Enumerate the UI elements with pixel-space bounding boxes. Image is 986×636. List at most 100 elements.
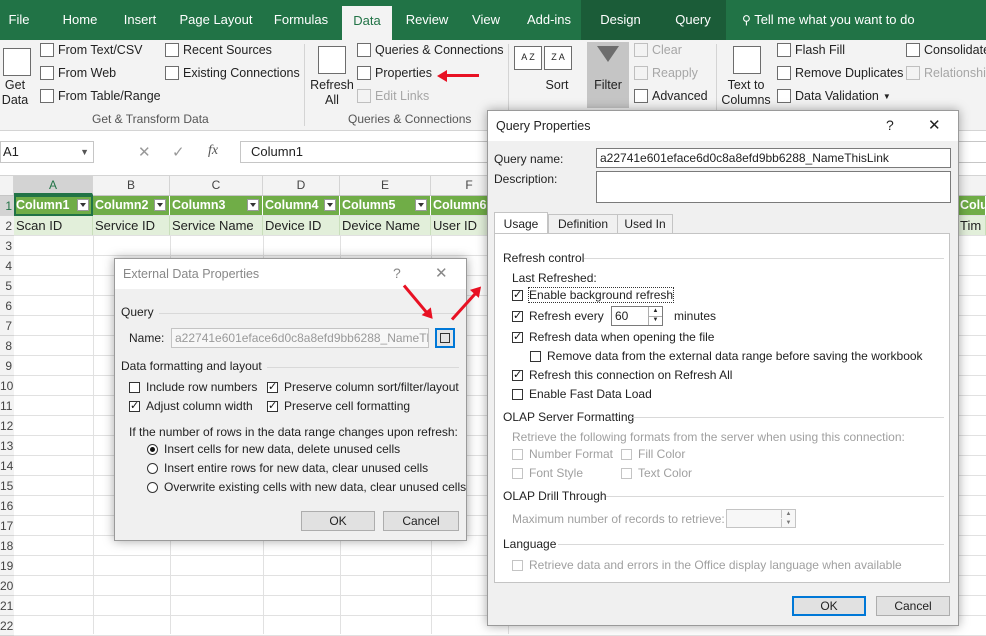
tell-me-search[interactable]: ⚲ Tell me what you want to do — [742, 0, 922, 40]
tab-add-ins[interactable]: Add-ins — [520, 0, 578, 40]
sort-za-icon[interactable]: Z A — [544, 46, 572, 70]
row-header[interactable]: 18 — [0, 536, 14, 556]
table-cell[interactable]: Scan ID — [14, 216, 93, 235]
from-table-range-button[interactable]: From Table/Range — [40, 89, 161, 103]
checkbox[interactable] — [512, 368, 523, 381]
table-header-cell[interactable]: Column4 — [263, 196, 340, 215]
filter-dropdown-icon[interactable] — [415, 199, 427, 211]
row-header[interactable]: 6 — [0, 296, 14, 316]
get-data-button[interactable]: Get Data — [0, 78, 30, 108]
close-icon[interactable]: ✕ — [928, 116, 941, 134]
table-cell[interactable]: User ID — [431, 216, 491, 235]
column-header-b[interactable]: B — [93, 176, 170, 195]
advanced-filter-button[interactable]: Advanced — [634, 89, 708, 103]
cancel-button[interactable]: Cancel — [876, 596, 950, 616]
name-box[interactable]: A1 ▼ — [0, 141, 94, 163]
fast-load-option[interactable]: Enable Fast Data Load — [512, 387, 652, 401]
table-cell[interactable]: Device ID — [263, 216, 340, 235]
table-header-cell[interactable]: Column3 — [170, 196, 263, 215]
row-header[interactable]: 14 — [0, 456, 14, 476]
row-header[interactable]: 10 — [0, 376, 14, 396]
column-header-a[interactable]: A — [14, 176, 93, 195]
row-header[interactable]: 13 — [0, 436, 14, 456]
existing-connections-button[interactable]: Existing Connections — [165, 66, 300, 80]
background-refresh-option[interactable]: Enable background refresh — [512, 287, 675, 303]
help-icon[interactable]: ? — [393, 265, 401, 281]
table-header-cell[interactable]: Column5 — [340, 196, 431, 215]
insert-rows-option[interactable]: Insert entire rows for new data, clear u… — [147, 461, 428, 475]
checkbox[interactable] — [512, 288, 523, 301]
tab-design[interactable]: Design — [581, 0, 660, 40]
tab-used-in[interactable]: Used In — [617, 214, 673, 234]
data-validation-button[interactable]: Data Validation ▼ — [777, 89, 891, 103]
from-web-button[interactable]: From Web — [40, 66, 116, 80]
tab-review[interactable]: Review — [401, 0, 453, 40]
tab-data[interactable]: Data — [342, 6, 392, 40]
table-cell[interactable]: Service ID — [93, 216, 170, 235]
tab-usage[interactable]: Usage — [494, 212, 548, 235]
radio-button[interactable] — [147, 443, 158, 455]
remove-data-option[interactable]: Remove data from the external data range… — [530, 349, 923, 363]
include-row-numbers-option[interactable]: Include row numbers — [129, 380, 257, 394]
filter-dropdown-icon[interactable] — [247, 199, 259, 211]
help-icon[interactable]: ? — [886, 117, 894, 133]
spin-down-icon[interactable]: ▼ — [648, 316, 662, 325]
refresh-on-all-option[interactable]: Refresh this connection on Refresh All — [512, 368, 732, 382]
row-header[interactable]: 15 — [0, 476, 14, 496]
overwrite-cells-option[interactable]: Overwrite existing cells with new data, … — [147, 480, 466, 494]
cancel-button[interactable]: Cancel — [383, 511, 459, 531]
consolidate-button[interactable]: Consolidate — [906, 43, 986, 57]
insert-function-icon[interactable]: fx — [208, 143, 218, 159]
refresh-all-button[interactable]: Refresh All — [309, 78, 355, 108]
row-header[interactable]: 11 — [0, 396, 14, 416]
refresh-on-open-option[interactable]: Refresh data when opening the file — [512, 330, 714, 344]
row-header[interactable]: 16 — [0, 496, 14, 516]
row-header[interactable]: 12 — [0, 416, 14, 436]
connection-properties-button[interactable] — [435, 328, 455, 348]
checkbox[interactable] — [267, 380, 278, 393]
row-header[interactable]: 7 — [0, 316, 14, 336]
table-cell[interactable]: Service Name — [170, 216, 263, 235]
properties-button[interactable]: Properties — [357, 66, 432, 80]
select-all-corner[interactable] — [0, 176, 14, 195]
tab-view[interactable]: View — [465, 0, 507, 40]
radio-button[interactable] — [147, 481, 158, 493]
filter-button[interactable]: Filter — [587, 42, 629, 108]
row-header[interactable]: 9 — [0, 356, 14, 376]
remove-duplicates-button[interactable]: Remove Duplicates — [777, 66, 903, 80]
tab-definition[interactable]: Definition — [548, 214, 618, 234]
close-icon[interactable]: ✕ — [435, 264, 448, 282]
refresh-minutes-stepper[interactable]: 60 ▲ ▼ — [611, 306, 663, 326]
tab-insert[interactable]: Insert — [117, 0, 163, 40]
cancel-icon[interactable]: ✕ — [138, 143, 151, 161]
tab-home[interactable]: Home — [56, 0, 104, 40]
checkbox[interactable] — [129, 381, 140, 393]
preserve-cell-formatting-option[interactable]: Preserve cell formatting — [267, 399, 410, 413]
tab-page-layout[interactable]: Page Layout — [175, 0, 257, 40]
row-header[interactable]: 5 — [0, 276, 14, 296]
sort-button[interactable]: Sort — [540, 78, 574, 93]
checkbox[interactable] — [267, 399, 278, 412]
preserve-sort-option[interactable]: Preserve column sort/filter/layout — [267, 380, 459, 394]
tab-formulas[interactable]: Formulas — [269, 0, 333, 40]
text-to-columns-button[interactable]: Text to Columns — [718, 78, 774, 108]
table-header-cell[interactable]: Colu — [958, 196, 986, 215]
from-text-csv-button[interactable]: From Text/CSV — [40, 43, 143, 57]
column-header-c[interactable]: C — [170, 176, 263, 195]
adjust-column-width-option[interactable]: Adjust column width — [129, 399, 253, 413]
checkbox[interactable] — [129, 399, 140, 412]
row-header[interactable]: 4 — [0, 256, 14, 276]
checkbox[interactable] — [512, 330, 523, 343]
flash-fill-button[interactable]: Flash Fill — [777, 43, 845, 57]
row-header[interactable]: 19 — [0, 556, 14, 576]
table-cell[interactable]: Tim — [958, 216, 986, 235]
row-header[interactable]: 20 — [0, 576, 14, 596]
insert-cells-option[interactable]: Insert cells for new data, delete unused… — [147, 442, 400, 456]
table-header-cell[interactable]: Column6 — [431, 196, 491, 215]
table-header-cell[interactable]: Column2 — [93, 196, 170, 215]
refresh-every-option[interactable]: Refresh every — [512, 309, 604, 323]
checkbox[interactable] — [512, 309, 523, 322]
description-input[interactable] — [596, 171, 951, 203]
row-header[interactable]: 1 — [0, 196, 14, 216]
row-header[interactable]: 3 — [0, 236, 14, 256]
